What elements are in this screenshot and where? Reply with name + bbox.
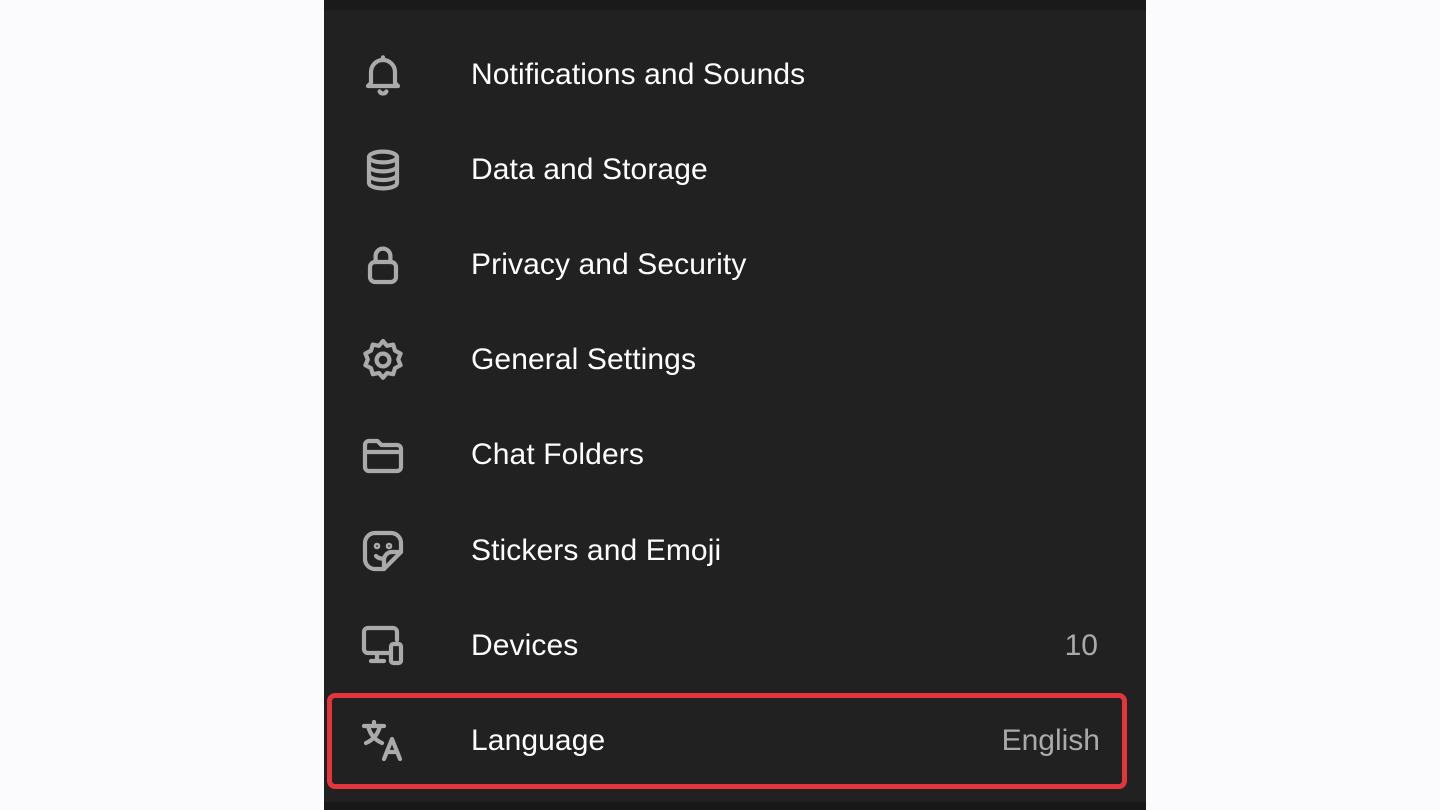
settings-item-label: Privacy and Security bbox=[471, 247, 747, 281]
settings-item-label: Devices bbox=[471, 628, 579, 662]
settings-item-label: General Settings bbox=[471, 343, 697, 377]
settings-menu: Notifications and Sounds Data and Storag… bbox=[324, 27, 1146, 789]
language-value: English bbox=[1001, 723, 1100, 757]
settings-item-language[interactable]: Language English bbox=[327, 693, 1127, 789]
settings-item-label: Notifications and Sounds bbox=[471, 57, 806, 91]
panel-bottom-edge bbox=[324, 802, 1146, 810]
settings-item-devices[interactable]: Devices 10 bbox=[324, 598, 1146, 693]
settings-panel: Notifications and Sounds Data and Storag… bbox=[324, 0, 1146, 810]
settings-item-notifications[interactable]: Notifications and Sounds bbox=[324, 27, 1146, 122]
devices-count: 10 bbox=[1064, 628, 1098, 662]
sticker-icon bbox=[358, 526, 408, 576]
folder-icon bbox=[358, 430, 408, 480]
settings-item-label: Language bbox=[471, 723, 606, 757]
settings-item-general[interactable]: General Settings bbox=[324, 313, 1146, 408]
settings-item-privacy[interactable]: Privacy and Security bbox=[324, 217, 1146, 312]
devices-icon bbox=[358, 621, 408, 671]
database-icon bbox=[358, 145, 408, 195]
settings-item-label: Chat Folders bbox=[471, 438, 644, 472]
settings-item-label: Stickers and Emoji bbox=[471, 533, 722, 567]
gear-icon bbox=[358, 335, 408, 385]
settings-item-chat-folders[interactable]: Chat Folders bbox=[324, 408, 1146, 503]
panel-top-edge bbox=[324, 0, 1146, 10]
settings-item-data-storage[interactable]: Data and Storage bbox=[324, 122, 1146, 217]
lock-icon bbox=[358, 240, 408, 290]
bell-icon bbox=[358, 50, 408, 100]
settings-item-label: Data and Storage bbox=[471, 152, 708, 186]
translate-icon bbox=[358, 716, 408, 766]
settings-item-stickers[interactable]: Stickers and Emoji bbox=[324, 503, 1146, 598]
